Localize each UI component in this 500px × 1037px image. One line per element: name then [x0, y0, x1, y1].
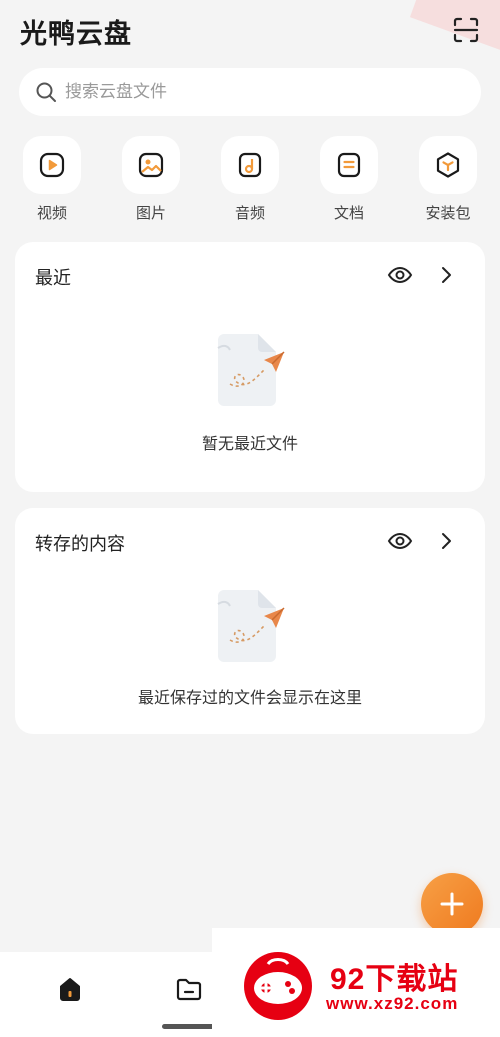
watermark-title: 92下载站: [330, 963, 459, 996]
search-input[interactable]: [65, 82, 445, 102]
category-label: 图片: [135, 205, 166, 222]
recent-card: 最近 暂无最近文件: [15, 242, 485, 492]
saved-visibility-button[interactable]: [387, 528, 413, 554]
empty-file-illustration: [217, 590, 285, 662]
category-document[interactable]: 文档: [311, 136, 387, 223]
nav-files[interactable]: [174, 974, 204, 1004]
category-video[interactable]: 视频: [14, 136, 90, 223]
category-icon-box: [320, 136, 378, 194]
empty-file-illustration: [217, 334, 285, 406]
chevron-right-icon: [442, 533, 451, 549]
video-icon: [39, 152, 65, 178]
recent-title: 最近: [35, 268, 71, 288]
plus-icon: [440, 892, 464, 916]
recent-empty-text: 暂无最近文件: [201, 436, 298, 453]
recent-visibility-button[interactable]: [387, 262, 413, 288]
saved-title: 转存的内容: [35, 534, 125, 554]
recent-more-button[interactable]: [435, 264, 457, 286]
category-image[interactable]: 图片: [113, 136, 189, 223]
eye-icon: [387, 266, 413, 284]
category-package[interactable]: 安装包: [410, 136, 486, 223]
category-label: 音频: [234, 205, 265, 222]
add-button[interactable]: [421, 873, 483, 935]
category-label: 文档: [333, 205, 364, 222]
folder-icon: [176, 978, 202, 1001]
category-shortcuts: 视频 图片 音频 文档 安装包: [14, 136, 486, 223]
watermark-url: www.xz92.com: [326, 994, 459, 1013]
category-icon-box: [122, 136, 180, 194]
saved-more-button[interactable]: [435, 530, 457, 552]
chevron-right-icon: [442, 267, 451, 283]
home-icon: [60, 978, 80, 1001]
audio-icon: [238, 152, 262, 178]
document-icon: [337, 152, 361, 178]
package-icon: [436, 152, 460, 178]
gamepad-logo-icon: [244, 952, 312, 1020]
category-label: 安装包: [425, 205, 471, 222]
app-title: 光鸭云盘: [20, 19, 132, 49]
nav-home[interactable]: [55, 974, 85, 1004]
eye-icon: [387, 532, 413, 550]
search-bar[interactable]: [19, 68, 481, 116]
search-icon: [36, 82, 56, 102]
watermark: 92下载站 www.xz92.com: [212, 928, 500, 1037]
scan-button[interactable]: [452, 16, 480, 44]
image-icon: [138, 152, 164, 178]
scan-icon: [453, 17, 479, 43]
category-audio[interactable]: 音频: [212, 136, 288, 223]
category-label: 视频: [36, 205, 67, 222]
saved-empty-text: 最近保存过的文件会显示在这里: [137, 690, 362, 707]
saved-content-card: 转存的内容 最近保存过的文件会显示在这里: [15, 508, 485, 734]
category-icon-box: [419, 136, 477, 194]
category-icon-box: [23, 136, 81, 194]
category-icon-box: [221, 136, 279, 194]
